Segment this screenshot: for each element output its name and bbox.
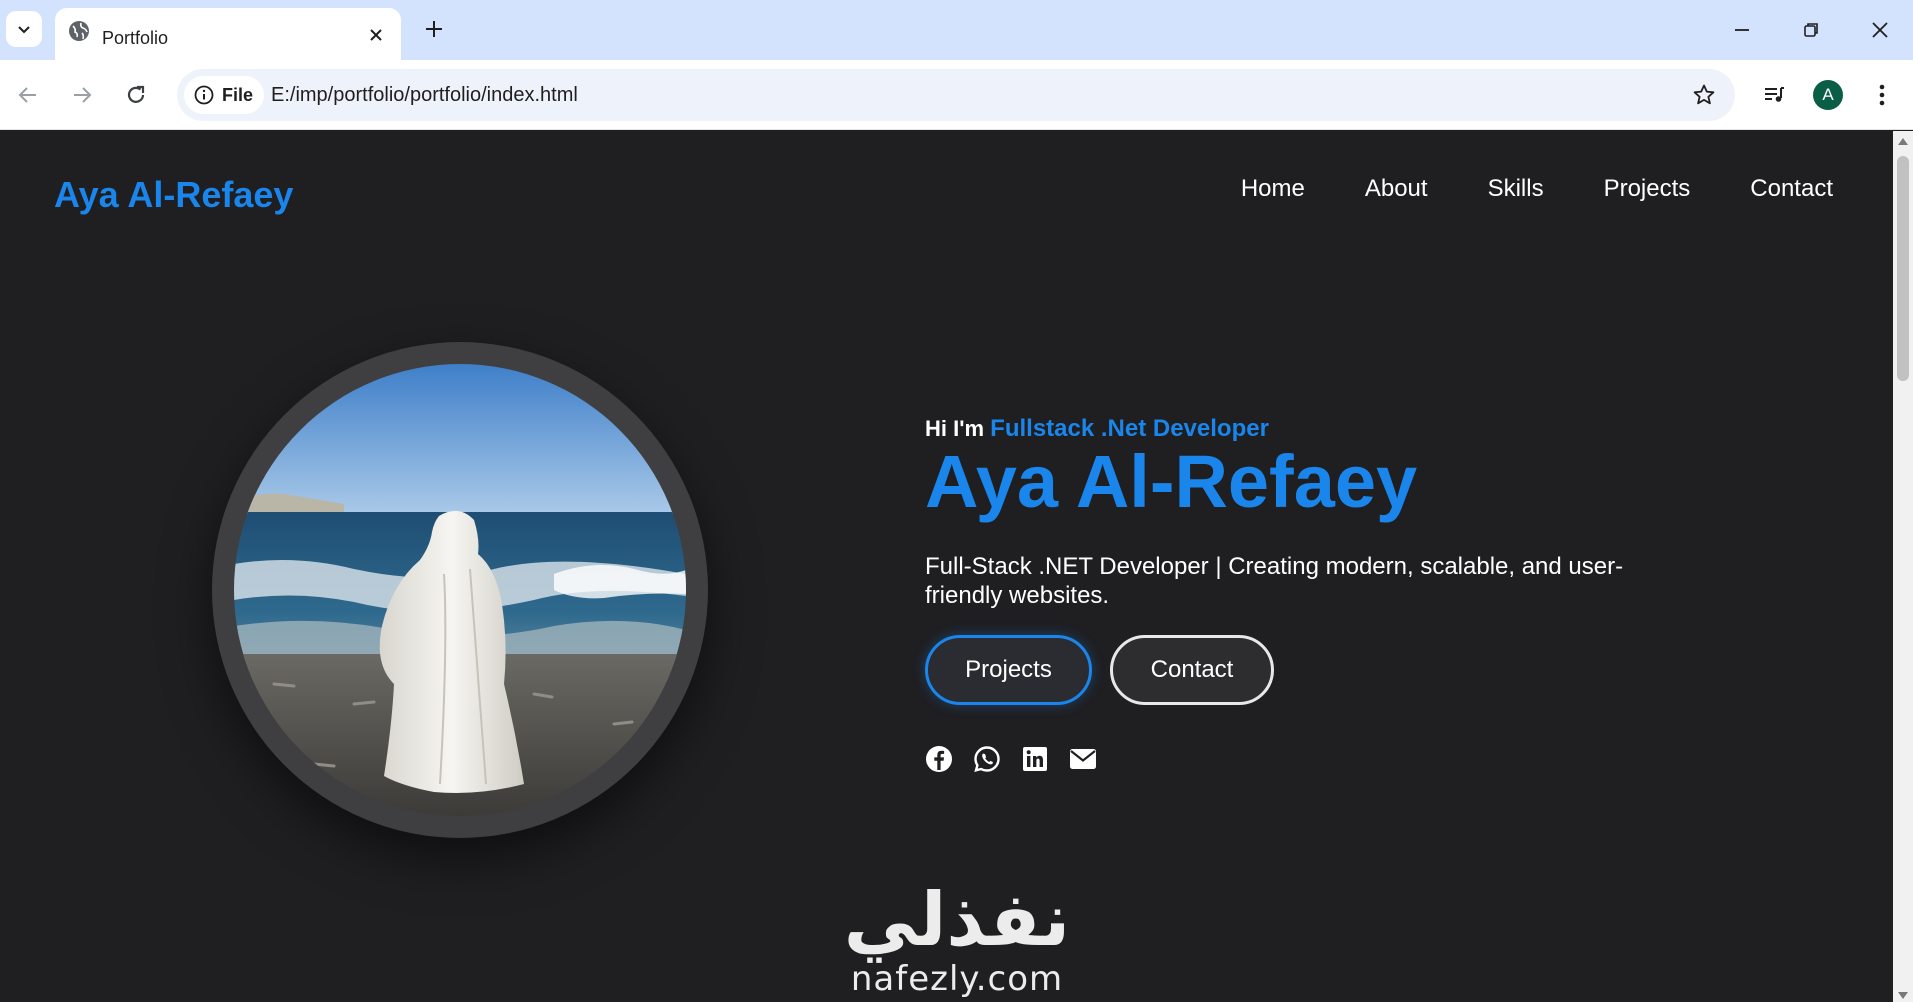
star-icon	[1693, 84, 1715, 105]
main-nav: Home About Skills Projects Contact	[1241, 175, 1833, 203]
playlist-music-icon	[1765, 87, 1784, 102]
browser-tab-portfolio[interactable]: Portfolio	[55, 8, 401, 60]
arrow-right-icon	[74, 87, 92, 103]
new-tab-button[interactable]	[418, 13, 450, 45]
back-button[interactable]	[9, 76, 47, 114]
url-text[interactable]: E:/imp/portfolio/portfolio/index.html	[271, 84, 578, 107]
hero-greeting: Hi I'm Fullstack .Net Developer	[925, 415, 1645, 443]
restore-window-button[interactable]	[1791, 10, 1831, 50]
site-logo[interactable]: Aya Al-Refaey	[54, 174, 293, 216]
close-icon	[370, 29, 382, 41]
tab-close-button[interactable]	[365, 24, 387, 46]
reload-button[interactable]	[117, 76, 155, 114]
reload-icon	[127, 85, 145, 103]
nafezly-watermark: نفذلي nafezly.com	[842, 883, 1072, 999]
plus-icon	[426, 21, 442, 37]
tab-search-button[interactable]	[6, 11, 42, 47]
nav-skills[interactable]: Skills	[1488, 175, 1544, 203]
info-icon	[194, 85, 214, 105]
site-info-chip[interactable]: File	[184, 76, 264, 114]
forward-button[interactable]	[63, 76, 101, 114]
page-scrollbar[interactable]	[1893, 131, 1913, 1002]
browser-menu-button[interactable]	[1863, 76, 1901, 114]
globe-icon	[69, 21, 89, 41]
close-window-button[interactable]	[1860, 10, 1900, 50]
profile-button[interactable]: A	[1809, 76, 1847, 114]
scroll-up-arrow[interactable]	[1898, 138, 1908, 145]
contact-button[interactable]: Contact	[1110, 634, 1274, 705]
hero-name: Aya Al-Refaey	[925, 440, 1418, 523]
scroll-down-arrow[interactable]	[1898, 992, 1908, 999]
projects-button[interactable]: Projects	[925, 634, 1092, 705]
profile-photo	[234, 364, 686, 816]
linkedin-link[interactable]	[1021, 745, 1049, 773]
tab-title: Portfolio	[102, 28, 169, 48]
nav-about[interactable]: About	[1365, 175, 1428, 203]
hero-role: Fullstack .Net Developer	[990, 415, 1269, 442]
watermark-latin: nafezly.com	[850, 959, 1064, 999]
arrow-left-icon	[18, 87, 36, 103]
restore-icon	[1804, 23, 1818, 37]
scroll-thumb[interactable]	[1897, 156, 1909, 381]
kebab-menu-icon	[1879, 84, 1885, 106]
facebook-link[interactable]	[925, 745, 953, 773]
greeting-text: Hi I'm	[925, 416, 985, 441]
watermark-arabic: نفذلي	[843, 877, 1071, 963]
nav-contact[interactable]: Contact	[1750, 175, 1833, 203]
email-icon	[1070, 748, 1096, 769]
site-chip-label: File	[222, 84, 254, 105]
email-link[interactable]	[1069, 745, 1097, 773]
facebook-icon	[926, 745, 952, 772]
minimize-window-button[interactable]	[1722, 10, 1762, 50]
address-bar[interactable]: File E:/imp/portfolio/portfolio/index.ht…	[177, 69, 1735, 121]
browser-tabstrip: Portfolio	[0, 0, 1913, 60]
nav-projects[interactable]: Projects	[1604, 175, 1691, 203]
social-links	[925, 745, 1645, 773]
whatsapp-icon	[974, 745, 1000, 772]
profile-photo-frame	[212, 342, 708, 838]
browser-toolbar: File E:/imp/portfolio/portfolio/index.ht…	[0, 60, 1913, 130]
hero-buttons: Projects Contact	[925, 634, 1645, 705]
portfolio-page: Aya Al-Refaey Home About Skills Projects…	[0, 131, 1893, 1002]
beach-photo-illustration	[234, 364, 686, 816]
nav-home[interactable]: Home	[1241, 175, 1305, 203]
whatsapp-link[interactable]	[973, 745, 1001, 773]
avatar: A	[1813, 80, 1843, 110]
hero-tagline: Full-Stack .NET Developer | Creating mod…	[925, 553, 1624, 609]
minimize-icon	[1735, 29, 1749, 31]
linkedin-icon	[1023, 746, 1047, 771]
chevron-down-icon	[18, 26, 30, 34]
bookmark-star-button[interactable]	[1689, 80, 1719, 110]
close-icon	[1872, 22, 1888, 38]
media-controls-button[interactable]	[1755, 76, 1793, 114]
hero-section: Hi I'm Fullstack .Net Developer Aya Al-R…	[925, 415, 1645, 773]
